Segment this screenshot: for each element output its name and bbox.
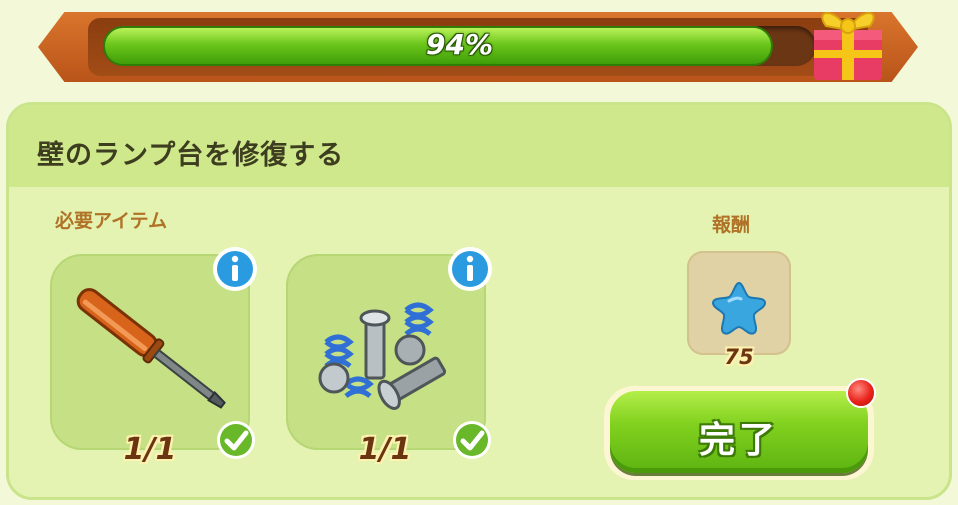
task-header: 壁のランプ台を修復する [9, 105, 949, 187]
reward-box [687, 251, 791, 355]
item-count: 1/1 [123, 432, 177, 467]
notification-dot [846, 378, 876, 408]
progress-bar: 94% [103, 26, 816, 66]
task-title: 壁のランプ台を修復する [37, 140, 345, 171]
reward-amount: 75 [724, 345, 754, 369]
info-icon[interactable] [446, 245, 494, 293]
gift-box-icon[interactable] [806, 0, 890, 84]
complete-button[interactable]: 完了 [604, 386, 874, 480]
complete-button-face: 完了 [610, 391, 868, 473]
checkmark-icon [453, 421, 491, 459]
reward-label: 報酬 [712, 214, 751, 236]
required-items-label: 必要アイテム [55, 210, 168, 232]
item-count: 1/1 [358, 432, 412, 467]
blue-star-icon [711, 281, 767, 335]
info-icon[interactable] [211, 245, 259, 293]
progress-percent: 94% [425, 28, 494, 61]
checkmark-icon [217, 421, 255, 459]
complete-button-label: 完了 [698, 420, 779, 461]
